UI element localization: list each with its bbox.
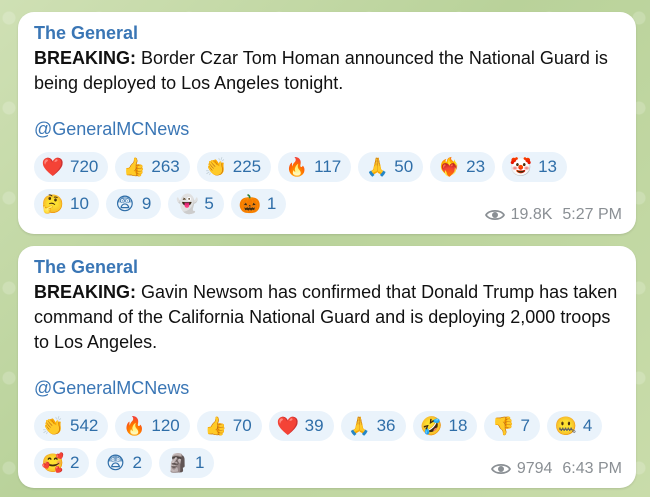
reaction-count: 36 xyxy=(376,416,396,435)
praying-hands-icon: 🙏 xyxy=(366,157,389,177)
views-eye-icon xyxy=(490,463,511,475)
fearful-face-icon: 😨 xyxy=(106,453,125,473)
reaction-chip[interactable]: 🤡 13 xyxy=(502,152,567,182)
reaction-chip[interactable]: ❤️‍🔥 23 xyxy=(430,152,496,182)
reaction-count: 5 xyxy=(204,194,214,213)
reaction-chip[interactable]: 🔥 117 xyxy=(278,152,352,182)
reaction-count: 18 xyxy=(448,416,468,435)
message-text: BREAKING: Border Czar Tom Homan announce… xyxy=(34,46,620,96)
reaction-chip[interactable]: 👏 225 xyxy=(196,152,272,182)
thumbs-up-icon: 👍 xyxy=(123,157,146,177)
reaction-count: 9 xyxy=(141,194,152,213)
reaction-chip[interactable]: 👍 263 xyxy=(115,152,190,182)
reaction-chip[interactable]: 🗿 1 xyxy=(158,448,215,478)
reaction-chip[interactable]: 🤐 4 xyxy=(546,411,603,441)
reaction-count: 542 xyxy=(70,416,99,435)
reaction-count: 2 xyxy=(70,453,80,472)
reaction-count: 70 xyxy=(232,416,252,435)
reaction-chip[interactable]: 🥰 2 xyxy=(34,448,90,478)
reaction-count: 50 xyxy=(394,157,414,176)
red-heart-icon: ❤️ xyxy=(41,157,65,177)
praying-hands-icon: 🙏 xyxy=(348,416,371,436)
breaking-label: BREAKING: xyxy=(34,282,136,302)
reaction-chip[interactable]: 😨 2 xyxy=(96,448,152,478)
channel-link[interactable]: @GeneralMCNews xyxy=(34,377,620,399)
fearful-face-icon: 😨 xyxy=(115,194,135,214)
reaction-chip[interactable]: 👏 542 xyxy=(34,411,109,441)
rofl-face-icon: 🤣 xyxy=(420,416,443,436)
reaction-count: 39 xyxy=(304,416,324,435)
reaction-chip[interactable]: 🤔 10 xyxy=(34,189,99,219)
reaction-chip[interactable]: 🤣 18 xyxy=(412,411,478,441)
views-eye-icon xyxy=(484,209,505,221)
reaction-chip[interactable]: 😨 9 xyxy=(105,189,162,219)
message-time: 6:43 PM xyxy=(562,460,622,477)
reaction-count: 23 xyxy=(466,157,486,176)
reaction-count: 263 xyxy=(151,157,180,176)
reaction-chip[interactable]: 🙏 36 xyxy=(340,411,406,441)
reaction-count: 13 xyxy=(538,157,557,176)
reaction-count: 10 xyxy=(70,194,89,213)
fire-icon: 🔥 xyxy=(285,157,309,177)
sender-name[interactable]: The General xyxy=(34,22,620,44)
message-text: BREAKING: Gavin Newsom has confirmed tha… xyxy=(34,280,620,355)
breaking-label: BREAKING: xyxy=(34,48,136,68)
clown-face-icon: 🤡 xyxy=(509,157,533,177)
view-count: 9794 xyxy=(516,460,553,477)
clapping-hands-icon: 👏 xyxy=(204,157,227,177)
view-count: 19.8K xyxy=(510,206,553,223)
reaction-count: 1 xyxy=(194,453,205,472)
message-meta: 9794 6:43 PM xyxy=(490,460,622,478)
reaction-chip[interactable]: 🎃 1 xyxy=(230,189,287,219)
reaction-chip[interactable]: ❤️ 720 xyxy=(34,152,109,182)
reaction-count: 4 xyxy=(582,416,593,435)
thumbs-up-icon: 👍 xyxy=(204,416,227,436)
reaction-chip[interactable]: 🙏 50 xyxy=(358,152,424,182)
channel-link[interactable]: @GeneralMCNews xyxy=(34,118,620,140)
smiling-face-with-hearts-icon: 🥰 xyxy=(41,453,65,473)
thumbs-down-icon: 👎 xyxy=(492,416,515,436)
reaction-chip[interactable]: 👻 5 xyxy=(168,189,224,219)
fire-icon: 🔥 xyxy=(123,416,146,436)
reaction-chip[interactable]: 👎 7 xyxy=(484,411,540,441)
red-heart-icon: ❤️ xyxy=(276,416,299,436)
jack-o-lantern-icon: 🎃 xyxy=(238,194,262,214)
reaction-chip[interactable]: 👍 70 xyxy=(196,411,262,441)
reaction-count: 720 xyxy=(70,157,99,176)
sender-name[interactable]: The General xyxy=(34,256,620,278)
ghost-icon: 👻 xyxy=(176,194,199,214)
heart-on-fire-icon: ❤️‍🔥 xyxy=(437,157,461,177)
zipper-mouth-face-icon: 🤐 xyxy=(554,416,578,436)
reaction-count: 1 xyxy=(266,194,277,213)
reaction-chip[interactable]: 🔥 120 xyxy=(115,411,190,441)
message-bubble[interactable]: The General BREAKING: Border Czar Tom Ho… xyxy=(18,12,636,234)
moai-icon: 🗿 xyxy=(166,453,190,473)
clapping-hands-icon: 👏 xyxy=(41,416,65,436)
reaction-count: 2 xyxy=(132,453,142,472)
reaction-chip[interactable]: ❤️ 39 xyxy=(268,411,334,441)
reaction-count: 120 xyxy=(151,416,180,435)
reaction-count: 7 xyxy=(520,416,530,435)
message-time: 5:27 PM xyxy=(562,206,622,223)
reaction-count: 225 xyxy=(232,157,262,176)
reaction-count: 117 xyxy=(314,157,342,176)
message-bubble[interactable]: The General BREAKING: Gavin Newsom has c… xyxy=(18,246,636,488)
thinking-face-icon: 🤔 xyxy=(41,194,65,214)
message-meta: 19.8K 5:27 PM xyxy=(484,206,622,224)
